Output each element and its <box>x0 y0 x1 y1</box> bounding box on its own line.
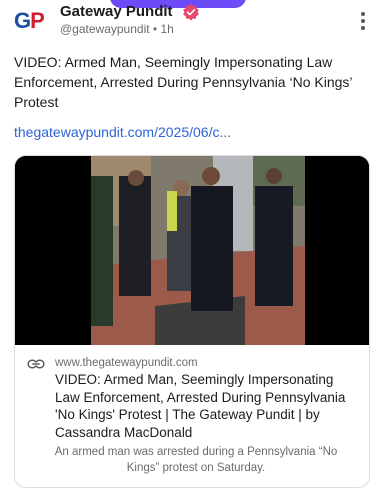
avatar-letter-g: G <box>14 8 31 33</box>
meta-separator: • <box>152 22 158 36</box>
avatar-letter-p: P <box>30 8 45 33</box>
post-header: GP Gateway Pundit @gatewaypundit • 1h <box>14 0 372 44</box>
avatar[interactable]: GP <box>14 6 52 36</box>
preview-title[interactable]: VIDEO: Armed Man, Seemingly Impersonatin… <box>55 371 361 441</box>
post-time: 1h <box>160 22 174 36</box>
link-preview-card[interactable]: www.thegatewaypundit.com VIDEO: Armed Ma… <box>14 155 370 488</box>
author-meta: @gatewaypundit • 1h <box>60 22 174 36</box>
preview-body: www.thegatewaypundit.com VIDEO: Armed Ma… <box>15 345 369 487</box>
author-handle[interactable]: @gatewaypundit <box>60 22 150 36</box>
author-name[interactable]: Gateway Pundit <box>60 3 173 20</box>
post-text: VIDEO: Armed Man, Seemingly Impersonatin… <box>14 54 352 110</box>
post-link[interactable]: thegatewaypundit.com/2025/06/c... <box>14 124 231 140</box>
preview-domain: www.thegatewaypundit.com <box>55 357 198 369</box>
preview-description: An armed man was arrested during a Penns… <box>54 446 338 474</box>
verified-badge-icon <box>183 3 199 21</box>
preview-video-frame[interactable] <box>15 156 369 345</box>
more-vertical-icon[interactable] <box>360 12 366 30</box>
link-icon <box>27 359 45 369</box>
